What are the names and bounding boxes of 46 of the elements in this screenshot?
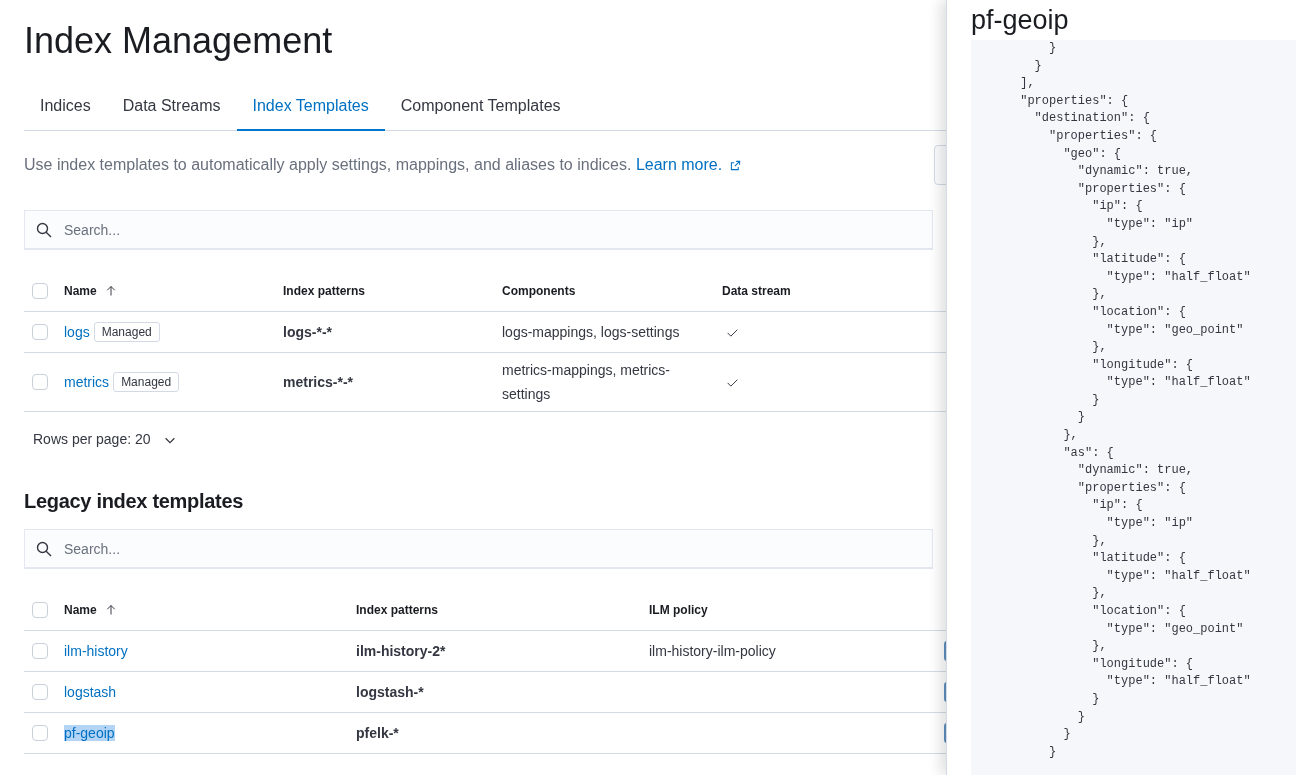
components-text: metrics-mappings, metrics-settings: [502, 362, 671, 402]
index-pattern: metrics-*-*: [283, 374, 354, 390]
checkbox[interactable]: [32, 374, 48, 390]
index-pattern: ilm-history-2*: [356, 643, 446, 659]
column-header[interactable]: Components: [502, 281, 576, 300]
components-text: logs-mappings, logs-settings: [502, 324, 680, 340]
tab[interactable]: Index Templates: [236, 83, 385, 131]
learn-more-link[interactable]: Learn more.: [635, 153, 742, 177]
index-pattern: logstash-*: [356, 684, 424, 700]
checkbox[interactable]: [32, 324, 48, 340]
column-header[interactable]: Name: [64, 600, 97, 619]
sort-ascending-icon: [104, 284, 117, 297]
tab[interactable]: Indices: [24, 83, 107, 131]
code-block: } } ], "properties": { "destination": { "properties": { "geo": { "dynamic": true, "properties": { "ip": { "type": "ip" }, "latitude": { "type": "half_float" }, "location": { "type": "geo_point" }, "longitude": { "type": "half_float" } } }, "as": { "dynamic": true, "properties": { "ip": { "type": "ip" }, "latitude": { "type": "half_float" }, "location": { "type": "geo_point" }, "longitude": { "type": "half_float" } } } }: [971, 40, 1296, 775]
managed-badge: Managed: [93, 322, 160, 342]
column-header[interactable]: Name: [64, 281, 97, 300]
search-field[interactable]: Search...: [24, 210, 933, 250]
column-header[interactable]: Index patterns: [356, 600, 439, 619]
column-header[interactable]: ILM policy: [649, 600, 708, 619]
checkbox[interactable]: [32, 643, 48, 659]
template-name-link[interactable]: ilm-history: [64, 643, 128, 659]
description: Use index templates to automatically apply settings, mappings, and aliases to indices. Learn more.: [24, 153, 742, 177]
sort-ascending-icon: [104, 603, 117, 616]
tab[interactable]: Component Templates: [384, 83, 577, 131]
checkbox[interactable]: [32, 601, 48, 618]
external-link-icon: [730, 159, 742, 171]
index-pattern: pfelk-*: [356, 725, 399, 741]
search-field[interactable]: Search...: [24, 529, 933, 569]
managed-badge: Managed: [113, 372, 180, 392]
template-name-link[interactable]: metrics: [64, 371, 110, 393]
index-pattern: logs-*-*: [283, 324, 332, 340]
ilm-policy-text: ilm-history-ilm-policy: [649, 643, 776, 659]
page-title: Index Management: [24, 19, 334, 62]
template-name-link[interactable]: logstash: [64, 684, 117, 700]
checkbox[interactable]: [32, 282, 48, 299]
checkbox[interactable]: [32, 725, 48, 741]
column-header[interactable]: Data stream: [722, 281, 791, 300]
search-icon: [36, 541, 52, 557]
search-icon: [36, 222, 52, 238]
checkbox[interactable]: [32, 684, 48, 700]
flyout-title: pf-geoip: [970, 4, 1070, 37]
column-header[interactable]: Index patterns: [283, 281, 366, 300]
rows-per-page-button[interactable]: Rows per page: 20: [33, 429, 177, 450]
tab[interactable]: Data Streams: [106, 83, 237, 131]
template-name-link[interactable]: logs: [64, 321, 90, 343]
section-title: Legacy index templates: [24, 489, 245, 513]
